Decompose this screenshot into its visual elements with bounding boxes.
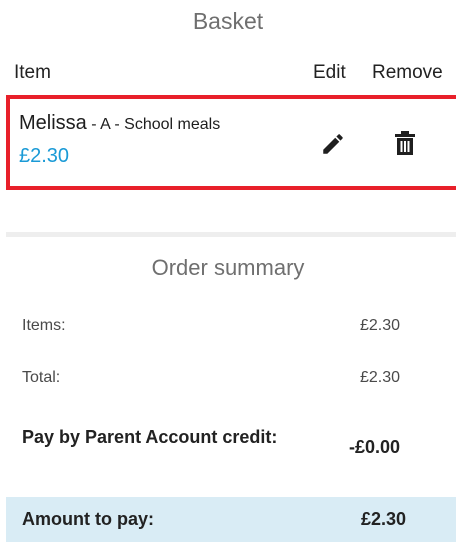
basket-item-description: Melissa - A - School meals [19,112,220,135]
basket-item-price: £2.30 [19,145,70,167]
column-header-item: Item [14,62,51,83]
basket-item-details: - A - School meals [86,116,221,133]
items-value: £2.30 [359,317,400,334]
basket-title: Basket [192,8,264,34]
pencil-icon [323,134,343,154]
remove-item-button[interactable] [394,130,416,156]
items-label: Items: [22,317,66,334]
basket-column-headers: Item Edit Remove [0,62,456,86]
basket-item-child-name: Melissa [19,112,87,134]
summary-row-amount-to-pay: Amount to pay: £2.30 [6,497,456,542]
total-value: £2.30 [359,369,400,386]
credit-label: Pay by Parent Account credit: [22,427,278,447]
basket-item: Melissa - A - School meals £2.30 [6,95,456,190]
summary-row-total: Total: £2.30 [0,369,456,391]
edit-item-button[interactable] [320,131,346,157]
amount-to-pay-value: £2.30 [360,509,406,529]
summary-row-credit: Pay by Parent Account credit: -£0.00 [0,422,456,478]
amount-to-pay-label: Amount to pay: [22,509,154,529]
column-header-edit: Edit [313,62,346,83]
order-summary-title: Order summary [151,255,305,280]
total-label: Total: [22,369,61,386]
column-header-remove: Remove [372,62,443,83]
credit-value: -£0.00 [348,437,400,457]
trash-icon [395,131,415,155]
summary-row-items: Items: £2.30 [0,317,456,339]
section-divider [6,232,456,237]
